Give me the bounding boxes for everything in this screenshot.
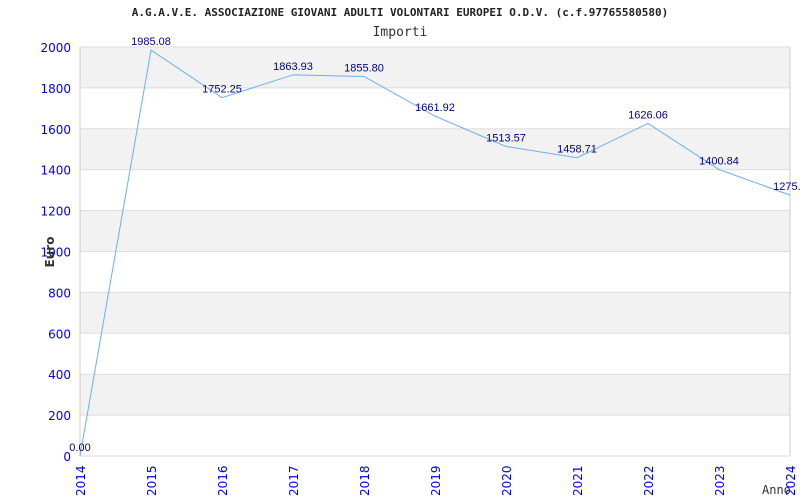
x-tick-label: 2015 — [145, 465, 159, 496]
data-label: 1626.06 — [628, 109, 668, 121]
y-tick-label: 200 — [48, 409, 71, 423]
y-tick-label: 1400 — [40, 164, 71, 178]
data-label: 1661.92 — [415, 102, 455, 114]
grid-band — [80, 128, 790, 170]
grid-band — [80, 47, 790, 88]
y-tick-label: 1200 — [40, 205, 71, 219]
x-axis-label: Anno — [762, 483, 791, 497]
data-label: 0.00 — [69, 442, 90, 454]
y-tick-label: 1600 — [40, 123, 71, 137]
data-label: 1275.6 — [773, 181, 800, 193]
x-tick-label: 2018 — [358, 465, 372, 496]
data-label: 1458.71 — [557, 144, 597, 156]
plot-area: 0200400600800100012001400160018002000201… — [40, 36, 800, 497]
x-tick-label: 2022 — [642, 465, 656, 496]
grid-band — [80, 210, 790, 252]
x-tick-label: 2021 — [571, 465, 585, 496]
y-tick-label: 400 — [48, 368, 71, 382]
data-label: 1855.80 — [344, 62, 384, 74]
chart: A.G.A.V.E. ASSOCIAZIONE GIOVANI ADULTI V… — [0, 0, 800, 500]
y-tick-label: 600 — [48, 327, 71, 341]
data-label: 1752.25 — [202, 84, 242, 96]
x-tick-label: 2019 — [429, 465, 443, 496]
y-tick-label: 800 — [48, 286, 71, 300]
grid-band — [80, 374, 790, 416]
y-tick-label: 1800 — [40, 82, 71, 96]
x-tick-label: 2023 — [713, 465, 727, 496]
data-label: 1513.57 — [486, 132, 526, 144]
data-label: 1863.93 — [273, 61, 313, 73]
x-tick-label: 2016 — [216, 465, 230, 496]
x-tick-label: 2014 — [74, 465, 88, 496]
x-tick-label: 2020 — [500, 465, 514, 496]
grid-band — [80, 292, 790, 334]
x-tick-label: 2017 — [287, 465, 301, 496]
data-label: 1985.08 — [131, 36, 171, 48]
y-axis-label: Euro — [43, 237, 57, 268]
y-tick-label: 2000 — [40, 41, 71, 55]
data-label: 1400.84 — [699, 156, 739, 168]
